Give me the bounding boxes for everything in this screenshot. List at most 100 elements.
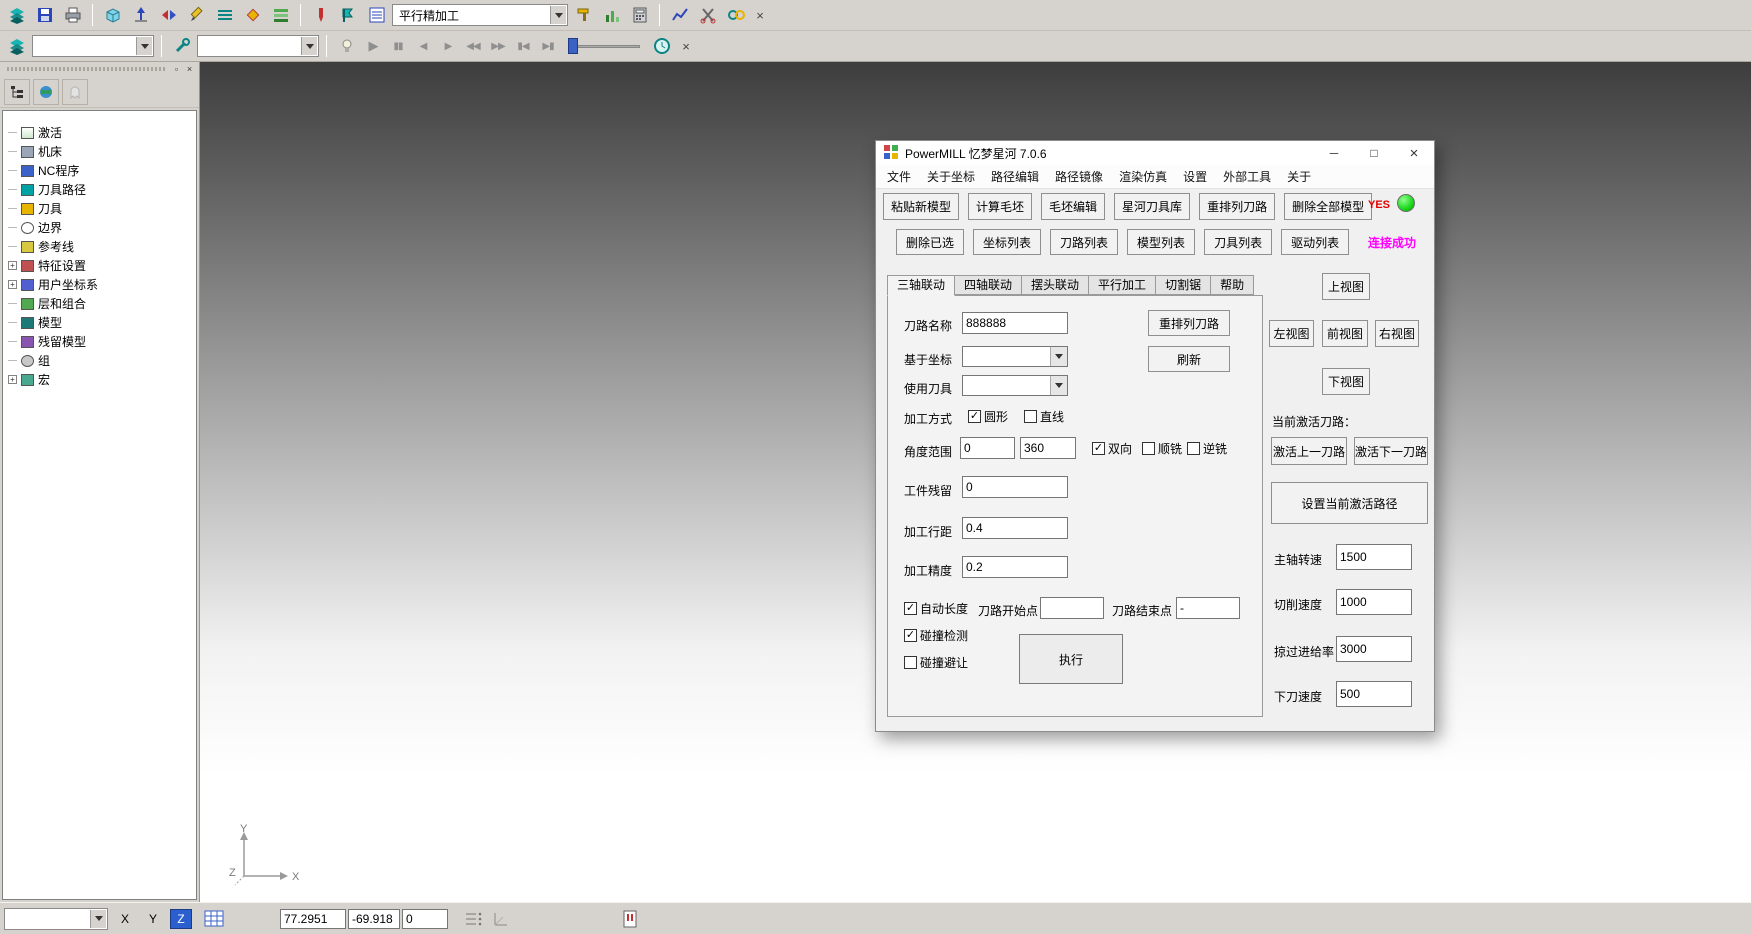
clock-icon[interactable] xyxy=(649,34,674,59)
reorder-toolpaths-button[interactable]: 重排列刀路 xyxy=(1199,193,1275,220)
reorder-toolpaths-panel-button[interactable]: 重排列刀路 xyxy=(1148,310,1230,336)
tree-item-activate[interactable]: 激活 xyxy=(3,123,196,142)
explorer-dock-bar[interactable]: ▫ × xyxy=(0,62,199,76)
close-button[interactable]: × xyxy=(1394,141,1434,165)
model-list-button[interactable]: 模型列表 xyxy=(1127,229,1195,255)
toolpath-list-button[interactable]: 刀路列表 xyxy=(1050,229,1118,255)
layers-icon[interactable] xyxy=(4,3,29,28)
angle-to-input[interactable] xyxy=(1020,437,1076,459)
tree-item-macros[interactable]: +宏 xyxy=(3,370,196,389)
view-left-button[interactable]: 左视图 xyxy=(1269,320,1314,347)
toolpath-start-input[interactable] xyxy=(1040,597,1104,619)
go-start-button[interactable]: ▮◀ xyxy=(512,35,534,57)
tree-item-nc-programs[interactable]: NC程序 xyxy=(3,161,196,180)
grid-icon[interactable] xyxy=(202,908,226,930)
delete-all-models-button[interactable]: 删除全部模型 xyxy=(1284,193,1372,220)
tree-item-levels[interactable]: 层和组合 xyxy=(3,294,196,313)
view-top-button[interactable]: 上视图 xyxy=(1322,273,1370,300)
hammer-icon[interactable] xyxy=(571,3,596,28)
wrench-icon[interactable] xyxy=(169,34,194,59)
menu-path-edit[interactable]: 路径编辑 xyxy=(983,168,1047,185)
calculator-icon[interactable] xyxy=(627,3,652,28)
paste-new-model-button[interactable]: 粘贴新模型 xyxy=(883,193,959,220)
z-axis-icon[interactable] xyxy=(128,3,153,28)
menu-external-tools[interactable]: 外部工具 xyxy=(1215,168,1279,185)
tool-library-button[interactable]: 星河刀具库 xyxy=(1114,193,1190,220)
world-icon[interactable] xyxy=(33,79,59,105)
pause-button[interactable]: ▮▮ xyxy=(387,35,409,57)
graph-icon[interactable] xyxy=(599,3,624,28)
expander-icon[interactable]: + xyxy=(8,280,17,289)
dock-minimize-button[interactable]: ▫ xyxy=(170,63,183,75)
combobox-arrow-icon[interactable] xyxy=(90,910,106,928)
combobox-arrow-icon[interactable] xyxy=(550,6,566,24)
angle-from-input[interactable] xyxy=(960,437,1015,459)
card-icon[interactable] xyxy=(618,908,642,930)
collision-avoid-checkbox[interactable]: 碰撞避让 xyxy=(904,654,968,671)
step-forward-button[interactable]: ▶ xyxy=(437,35,459,57)
strategy-ribbon-icon[interactable] xyxy=(336,3,361,28)
conventional-mill-checkbox[interactable]: 逆铣 xyxy=(1187,440,1227,457)
execute-button[interactable]: 执行 xyxy=(1019,634,1123,684)
view-front-button[interactable]: 前视图 xyxy=(1322,320,1368,347)
climb-mill-checkbox[interactable]: 顺铣 xyxy=(1142,440,1182,457)
spindle-speed-input[interactable] xyxy=(1336,544,1412,570)
save-icon[interactable] xyxy=(32,3,57,28)
ghost-icon[interactable] xyxy=(62,79,88,105)
auto-length-checkbox[interactable]: 自动长度 xyxy=(904,600,968,617)
pattern-icon[interactable] xyxy=(212,3,237,28)
scissors-icon[interactable] xyxy=(695,3,720,28)
rewind-button[interactable]: ◀◀ xyxy=(462,35,484,57)
tree-view-icon[interactable] xyxy=(4,79,30,105)
levels-icon[interactable] xyxy=(268,3,293,28)
tree-item-machine[interactable]: 机床 xyxy=(3,142,196,161)
view-right-button[interactable]: 右视图 xyxy=(1375,320,1419,347)
tool-icon[interactable] xyxy=(308,3,333,28)
menu-path-mirror[interactable]: 路径镜像 xyxy=(1047,168,1111,185)
use-tool-combobox[interactable] xyxy=(962,375,1068,396)
menu-render-sim[interactable]: 渲染仿真 xyxy=(1111,168,1175,185)
minimize-button[interactable]: ─ xyxy=(1314,141,1354,165)
toolpath-name-input[interactable] xyxy=(962,312,1068,334)
lightbulb-icon[interactable] xyxy=(334,34,359,59)
cursor-x-input[interactable] xyxy=(280,909,346,929)
tolerance-input[interactable] xyxy=(962,556,1068,578)
activate-next-toolpath-button[interactable]: 激活下一刀路 xyxy=(1354,437,1428,465)
cutting-feed-input[interactable] xyxy=(1336,589,1412,615)
expander-icon[interactable]: + xyxy=(8,375,17,384)
combobox-arrow-icon[interactable] xyxy=(136,37,152,55)
slider-handle[interactable] xyxy=(568,38,578,54)
stepover-input[interactable] xyxy=(962,517,1068,539)
tree-item-stock-models[interactable]: 残留模型 xyxy=(3,332,196,351)
tab-3axis[interactable]: 三轴联动 xyxy=(887,275,955,296)
activate-prev-toolpath-button[interactable]: 激活上一刀路 xyxy=(1271,437,1347,465)
menu-about[interactable]: 关于 xyxy=(1279,168,1319,185)
tree-item-workplanes[interactable]: +用户坐标系 xyxy=(3,275,196,294)
base-coordinate-combobox[interactable] xyxy=(962,346,1068,367)
circle-mode-checkbox[interactable]: 圆形 xyxy=(968,408,1008,425)
fast-forward-button[interactable]: ▶▶ xyxy=(487,35,509,57)
dock-grip[interactable] xyxy=(7,67,166,71)
plunge-feed-input[interactable] xyxy=(1336,681,1412,707)
tab-parallel[interactable]: 平行加工 xyxy=(1088,275,1156,295)
cursor-z-input[interactable] xyxy=(402,909,448,929)
view-bottom-button[interactable]: 下视图 xyxy=(1322,368,1370,395)
tree-item-boundaries[interactable]: 边界 xyxy=(3,218,196,237)
dock-close-button[interactable]: × xyxy=(183,63,196,75)
strategy-combobox[interactable]: 平行精加工 xyxy=(392,4,568,26)
toolbar-close-button[interactable]: × xyxy=(677,37,695,55)
statusbar-combobox[interactable] xyxy=(4,908,108,930)
step-back-button[interactable]: ◀ xyxy=(412,35,434,57)
tab-saw[interactable]: 切割锯 xyxy=(1155,275,1211,295)
toolbar-close-button[interactable]: × xyxy=(751,6,769,24)
tree-item-patterns[interactable]: 参考线 xyxy=(3,237,196,256)
delete-selected-button[interactable]: 删除已选 xyxy=(896,229,964,255)
calc-block-button[interactable]: 计算毛坯 xyxy=(968,193,1032,220)
rapid-feed-input[interactable] xyxy=(1336,636,1412,662)
tool-list-button[interactable]: 刀具列表 xyxy=(1204,229,1272,255)
transform-icon[interactable] xyxy=(156,3,181,28)
set-active-path-button[interactable]: 设置当前激活路径 xyxy=(1271,482,1428,524)
coordinate-list-button[interactable]: 坐标列表 xyxy=(973,229,1041,255)
list-icon[interactable] xyxy=(462,908,486,930)
stock-allowance-input[interactable] xyxy=(962,476,1068,498)
